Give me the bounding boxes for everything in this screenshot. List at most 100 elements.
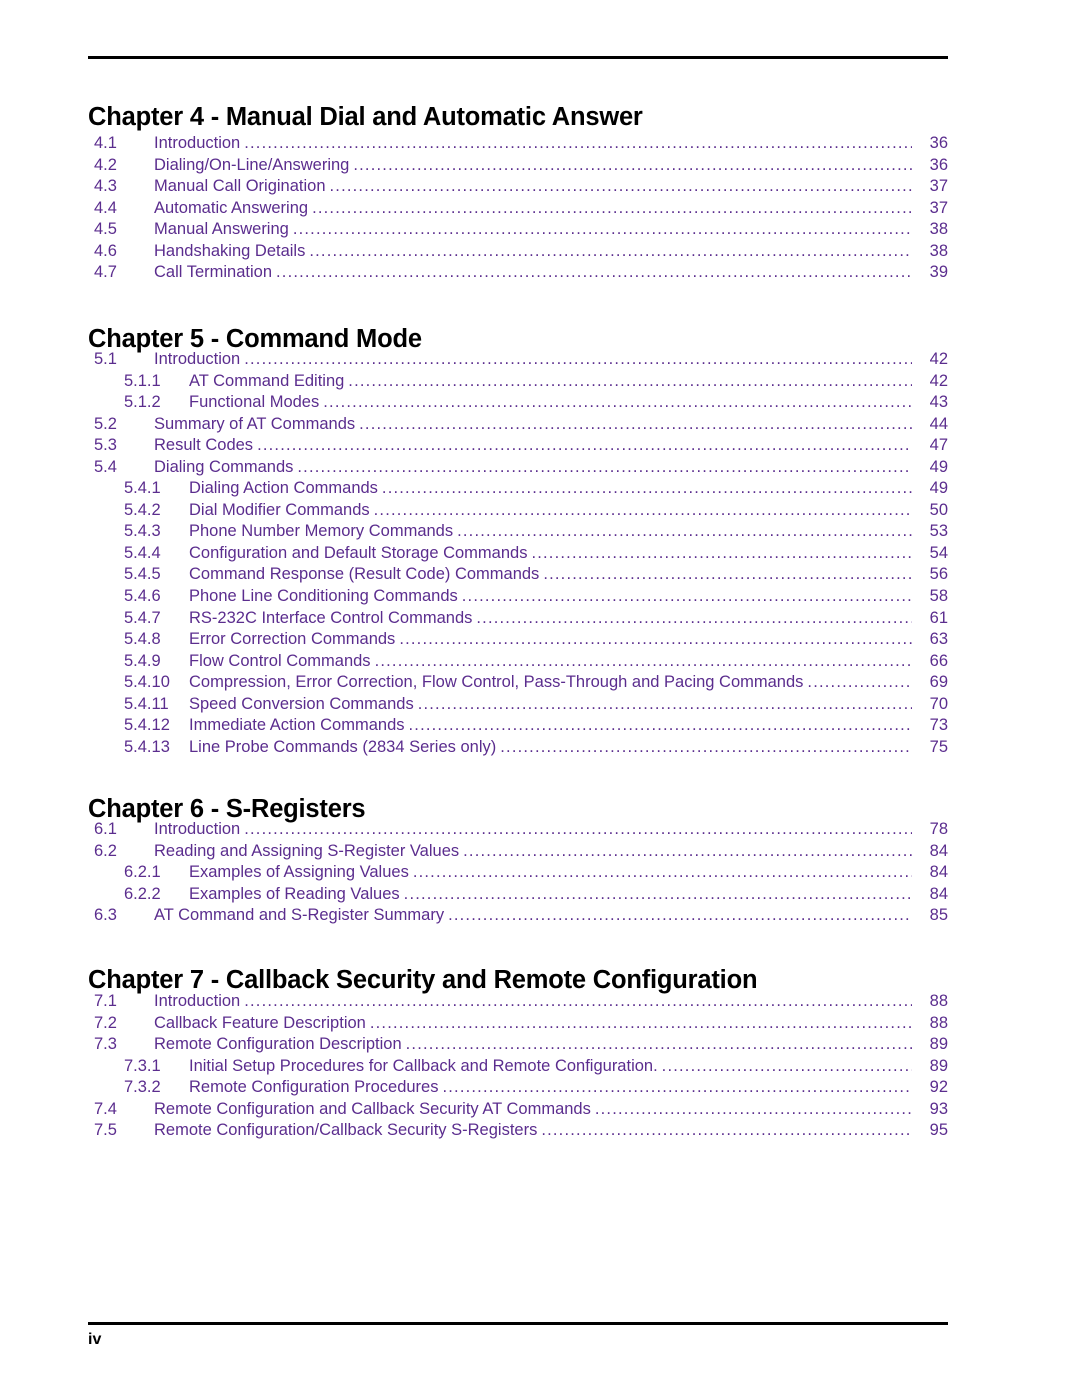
toc-entry[interactable]: 5.4.5 Command Response (Result Code) Comm… <box>88 565 948 587</box>
toc-leader-dots: ........................................… <box>323 393 912 412</box>
toc-leader-dots: ........................................… <box>374 651 912 670</box>
toc-entry-number: 5.4.7 <box>124 608 161 627</box>
toc-entry[interactable]: 5.4.8 Error Correction Commands..........… <box>88 630 948 652</box>
toc-entry[interactable]: 7.5 Remote Configuration/Callback Securit… <box>88 1121 948 1143</box>
toc-entry[interactable]: 4.2 Dialing/On-Line/Answering............… <box>88 156 948 178</box>
toc-entry[interactable]: 4.6 Handshaking Details..................… <box>88 242 948 264</box>
toc-entry-number: 4.4 <box>94 198 117 217</box>
toc-entry[interactable]: 7.2 Callback Feature Description.........… <box>88 1014 948 1036</box>
toc-entry[interactable]: 6.2 Reading and Assigning S-Register Valu… <box>88 842 948 864</box>
toc-entry[interactable]: 6.1 Introduction.........................… <box>88 820 948 842</box>
toc-leader-dots: ........................................… <box>257 436 912 455</box>
toc-entry[interactable]: 5.3 Result Codes.........................… <box>88 436 948 458</box>
toc-entry[interactable]: 6.2.2 Examples of Reading Values.........… <box>88 885 948 907</box>
toc-entry[interactable]: 4.4 Automatic Answering..................… <box>88 199 948 221</box>
toc-entry-page: 43 <box>929 393 948 412</box>
toc-entry-number: 5.4 <box>94 457 117 476</box>
toc-entry[interactable]: 4.1 Introduction.........................… <box>88 134 948 156</box>
toc-entry-label: Remote Configuration/Callback Security S… <box>154 1121 538 1140</box>
toc-entry-page: 95 <box>929 1121 948 1140</box>
toc-entry-page: 42 <box>929 371 948 390</box>
toc-entry[interactable]: 6.3 AT Command and S-Register Summary....… <box>88 906 948 928</box>
toc-leader-dots: ........................................… <box>463 841 912 860</box>
toc-entry-page: 69 <box>929 673 948 692</box>
toc-entry[interactable]: 5.4.3 Phone Number Memory Commands.......… <box>88 522 948 544</box>
toc-entry-page: 49 <box>929 479 948 498</box>
toc-entry-page: 70 <box>929 694 948 713</box>
toc-entry[interactable]: 5.4.7 RS-232C Interface Control Commands.… <box>88 609 948 631</box>
toc-entry-number: 4.1 <box>94 134 117 152</box>
toc-entry-label: Introduction <box>154 820 241 838</box>
toc-entry-number: 5.4.2 <box>124 500 161 519</box>
toc-entry[interactable]: 4.5 Manual Answering.....................… <box>88 220 948 242</box>
toc-leader-dots: ........................................… <box>312 198 912 217</box>
toc-leader-dots: ........................................… <box>399 630 912 649</box>
toc-entry[interactable]: 5.4.10 Compression, Error Correction, Flo… <box>88 673 948 695</box>
toc-entry-page: 39 <box>929 263 948 282</box>
toc-entry[interactable]: 5.4.13 Line Probe Commands (2834 Series o… <box>88 738 948 760</box>
toc-entry[interactable]: 5.1.2 Functional Modes...................… <box>88 393 948 415</box>
header-rule <box>88 56 948 59</box>
toc-entry-number: 4.5 <box>94 220 117 239</box>
toc-entry-page: 89 <box>929 1035 948 1054</box>
toc-list-chapter-4: 4.1 Introduction.........................… <box>88 134 948 285</box>
footer-page-number: iv <box>88 1331 102 1348</box>
toc-entry-number: 6.2.1 <box>124 863 161 882</box>
toc-entry[interactable]: 5.4.4 Configuration and Default Storage C… <box>88 544 948 566</box>
toc-entry-label: Phone Line Conditioning Commands <box>189 587 458 606</box>
toc-entry-page: 61 <box>929 608 948 627</box>
toc-leader-dots: ........................................… <box>476 608 912 627</box>
toc-entry-page: 56 <box>929 565 948 584</box>
toc-entry-label: Manual Answering <box>154 220 289 239</box>
toc-entry-label: Call Termination <box>154 263 272 282</box>
toc-entry-label: Compression, Error Correction, Flow Cont… <box>189 673 804 692</box>
toc-entry-page: 66 <box>929 651 948 670</box>
toc-entry-number: 7.5 <box>94 1121 117 1140</box>
toc-entry-label: Functional Modes <box>189 393 320 412</box>
toc-entry-page: 42 <box>929 350 948 368</box>
toc-entry-number: 5.4.5 <box>124 565 161 584</box>
toc-entry-number: 5.4.10 <box>124 673 170 692</box>
toc-entry-page: 78 <box>929 820 948 838</box>
toc-entry-page: 54 <box>929 543 948 562</box>
toc-entry-number: 5.4.6 <box>124 587 161 606</box>
toc-entry[interactable]: 5.2 Summary of AT Commands...............… <box>88 415 948 437</box>
toc-entry-label: Remote Configuration Procedures <box>189 1078 439 1097</box>
toc-entry-label: Remote Configuration Description <box>154 1035 402 1054</box>
toc-entry[interactable]: 5.4.12 Immediate Action Commands.........… <box>88 716 948 738</box>
toc-leader-dots: ........................................… <box>244 820 912 838</box>
toc-entry[interactable]: 7.1 Introduction.........................… <box>88 992 948 1014</box>
toc-entry[interactable]: 5.4.1 Dialing Action Commands............… <box>88 479 948 501</box>
toc-entry[interactable]: 6.2.1 Examples of Assigning Values.......… <box>88 863 948 885</box>
toc-leader-dots: ........................................… <box>369 1013 912 1032</box>
toc-entry[interactable]: 7.3.1 Initial Setup Procedures for Callba… <box>88 1057 948 1079</box>
toc-entry-number: 7.3.2 <box>124 1078 161 1097</box>
toc-leader-dots: ........................................… <box>543 565 912 584</box>
toc-entry-number: 5.1.1 <box>124 371 161 390</box>
toc-entry-number: 6.1 <box>94 820 117 838</box>
toc-entry-label: RS-232C Interface Control Commands <box>189 608 473 627</box>
toc-entry[interactable]: 7.3 Remote Configuration Description.....… <box>88 1035 948 1057</box>
toc-entry-page: 88 <box>929 992 948 1010</box>
toc-entry[interactable]: 4.3 Manual Call Origination..............… <box>88 177 948 199</box>
toc-entry-page: 84 <box>929 884 948 903</box>
toc-leader-dots: ........................................… <box>541 1121 912 1140</box>
toc-entry[interactable]: 5.1 Introduction.........................… <box>88 350 948 372</box>
toc-entry[interactable]: 5.1.1 AT Command Editing.................… <box>88 372 948 394</box>
toc-entry[interactable]: 4.7 Call Termination.....................… <box>88 263 948 285</box>
toc-entry-label: Command Response (Result Code) Commands <box>189 565 540 584</box>
toc-entry[interactable]: 5.4.11 Speed Conversion Commands.........… <box>88 695 948 717</box>
toc-entry-label: Remote Configuration and Callback Securi… <box>154 1099 591 1118</box>
toc-entry-number: 5.4.3 <box>124 522 161 541</box>
toc-leader-dots: ........................................… <box>403 884 912 903</box>
toc-entry[interactable]: 5.4.6 Phone Line Conditioning Commands...… <box>88 587 948 609</box>
toc-entry[interactable]: 5.4.2 Dial Modifier Commands.............… <box>88 501 948 523</box>
toc-list-chapter-6: 6.1 Introduction.........................… <box>88 820 948 928</box>
toc-entry-label: Dialing Action Commands <box>189 479 378 498</box>
toc-entry[interactable]: 5.4 Dialing Commands.....................… <box>88 458 948 480</box>
toc-entry[interactable]: 5.4.9 Flow Control Commands..............… <box>88 652 948 674</box>
toc-entry[interactable]: 7.3.2 Remote Configuration Procedures....… <box>88 1078 948 1100</box>
toc-entry-number: 5.1 <box>94 350 117 368</box>
toc-entry-label: Immediate Action Commands <box>189 716 405 735</box>
toc-entry[interactable]: 7.4 Remote Configuration and Callback Sec… <box>88 1100 948 1122</box>
